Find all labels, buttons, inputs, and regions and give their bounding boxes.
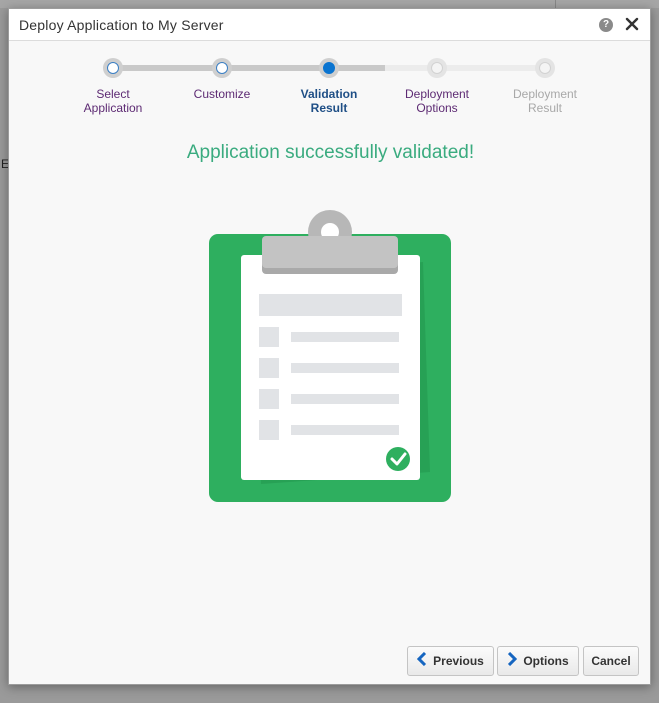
background-column-divider <box>555 0 556 8</box>
cancel-button[interactable]: Cancel <box>583 646 639 676</box>
chevron-right-icon <box>507 651 518 670</box>
train-stop-deployment-options[interactable] <box>427 58 447 78</box>
help-icon[interactable]: ? <box>599 18 613 32</box>
dialog-title: Deploy Application to My Server <box>19 17 224 33</box>
train-label-select-application[interactable]: Select Application <box>63 87 163 115</box>
train-stop-deployment-result <box>535 58 555 78</box>
progress-train: Select Application Customize Validation … <box>9 41 652 121</box>
train-stop-select-application[interactable] <box>103 58 123 78</box>
dialog-titlebar: Deploy Application to My Server ? <box>9 9 650 41</box>
train-stop-validation-result <box>319 58 339 78</box>
options-button[interactable]: Options <box>497 646 579 676</box>
background-header-strip <box>0 0 659 8</box>
train-label-deployment-options[interactable]: Deployment Options <box>387 87 487 115</box>
train-track-remaining <box>385 65 547 71</box>
train-label-deployment-result: Deployment Result <box>512 87 578 115</box>
validation-success-message: Application successfully validated! <box>186 142 475 163</box>
train-stop-customize[interactable] <box>212 58 232 78</box>
chevron-left-icon <box>417 651 427 670</box>
options-button-label: Options <box>523 654 569 668</box>
train-label-validation-result: Validation Result <box>300 87 358 115</box>
deploy-dialog: Deploy Application to My Server ? Select… <box>8 8 651 685</box>
previous-button-label: Previous <box>433 654 484 668</box>
train-label-customize[interactable]: Customize <box>172 87 272 101</box>
previous-button[interactable]: Previous <box>407 646 494 676</box>
clipboard-illustration <box>209 208 453 503</box>
close-icon[interactable] <box>624 15 640 33</box>
cancel-button-label: Cancel <box>591 654 631 668</box>
